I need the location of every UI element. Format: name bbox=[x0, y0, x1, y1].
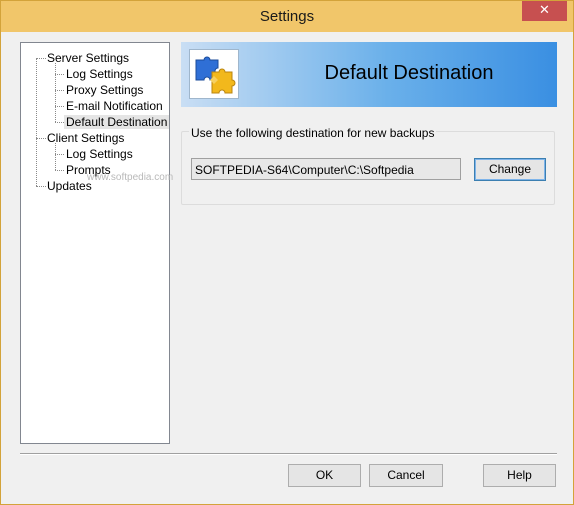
settings-window: Settings ✕ Server Settings Log Settings … bbox=[0, 0, 574, 505]
settings-tree[interactable]: Server Settings Log Settings Proxy Setti… bbox=[20, 42, 174, 444]
dialog-client: Server Settings Log Settings Proxy Setti… bbox=[8, 32, 566, 497]
change-button[interactable]: Change bbox=[474, 158, 546, 181]
watermark-text: www.softpedia.com bbox=[87, 172, 174, 183]
tree-item-default-destination[interactable]: Default Destination bbox=[64, 114, 170, 130]
window-title: Settings bbox=[259, 8, 315, 25]
tree-item-email-notification[interactable]: E-mail Notification bbox=[66, 98, 163, 114]
ok-button[interactable]: OK bbox=[288, 464, 361, 487]
destination-path-field: SOFTPEDIA-S64\Computer\C:\Softpedia bbox=[191, 158, 461, 180]
title-bar[interactable]: Settings ✕ bbox=[1, 1, 573, 32]
tree-item-client-settings[interactable]: Client Settings bbox=[47, 130, 124, 146]
footer-separator bbox=[20, 453, 557, 455]
help-button[interactable]: Help bbox=[483, 464, 556, 487]
close-icon: ✕ bbox=[539, 3, 550, 18]
tree-item-server-log-settings[interactable]: Log Settings bbox=[66, 66, 133, 82]
page-title: Default Destination bbox=[324, 62, 494, 84]
tree-item-server-settings[interactable]: Server Settings bbox=[47, 50, 129, 66]
tree-item-client-log-settings[interactable]: Log Settings bbox=[66, 146, 133, 162]
cancel-button[interactable]: Cancel bbox=[369, 464, 443, 487]
tree-item-updates[interactable]: Updates bbox=[47, 178, 92, 194]
close-button[interactable]: ✕ bbox=[522, 1, 567, 21]
tree-item-proxy-settings[interactable]: Proxy Settings bbox=[66, 82, 143, 98]
page-header: Default Destination bbox=[181, 42, 557, 107]
puzzle-icon bbox=[189, 49, 239, 99]
destination-group-label: Use the following destination for new ba… bbox=[189, 126, 437, 140]
